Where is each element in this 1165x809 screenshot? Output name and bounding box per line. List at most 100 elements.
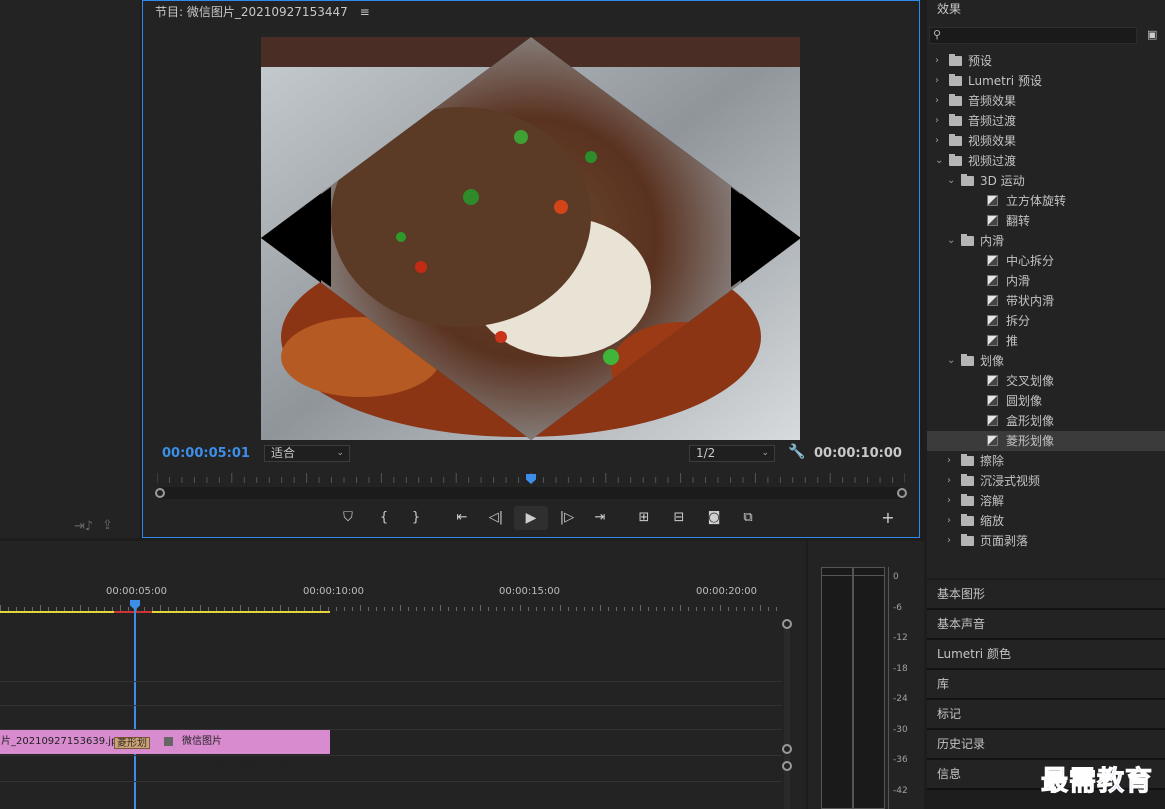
transition-diamond-wipe[interactable]: 菱形划 <box>114 737 150 749</box>
vertical-scrollbar[interactable] <box>784 623 790 809</box>
chevron-down-icon[interactable]: ⌄ <box>935 151 945 171</box>
effect-tree-item[interactable]: › 沉浸式视频 <box>927 471 1165 491</box>
effect-tree-item[interactable]: › 页面剥落 <box>927 531 1165 551</box>
extract-icon[interactable]: ⊟ <box>669 509 689 527</box>
effect-tree-item[interactable]: 菱形划像 <box>927 431 1165 451</box>
chevron-right-icon[interactable]: › <box>935 71 945 91</box>
wrench-icon[interactable]: 🔧 <box>788 444 805 460</box>
chevron-down-icon[interactable]: ⌄ <box>947 231 957 251</box>
effect-tree-item[interactable]: › 预设 <box>927 51 1165 71</box>
chevron-right-icon[interactable]: › <box>947 471 957 491</box>
vscroll-handle-bottom[interactable] <box>782 761 792 771</box>
panel-lumetri-color[interactable]: Lumetri 颜色 <box>927 640 1165 670</box>
effect-tree-item[interactable]: 中心拆分 <box>927 251 1165 271</box>
meter-scale-line <box>888 567 889 809</box>
folder-icon <box>961 534 974 546</box>
timeline-tick <box>616 607 617 611</box>
effect-tree-item[interactable]: 盒形划像 <box>927 411 1165 431</box>
effect-tree-item[interactable]: › 缩放 <box>927 511 1165 531</box>
add-marker-icon[interactable]: ⛉ <box>338 509 358 527</box>
lift-icon[interactable]: ⊞ <box>634 509 654 527</box>
effect-tree-item[interactable]: › 擦除 <box>927 451 1165 471</box>
track-divider <box>0 781 782 782</box>
playhead-handle[interactable] <box>130 600 140 610</box>
transition-effect-icon <box>987 375 998 386</box>
ruler-label-20s: 00:00:20:00 <box>696 586 758 597</box>
export-icon[interactable]: ⇪ <box>102 518 113 533</box>
effect-tree-item[interactable]: 翻转 <box>927 211 1165 231</box>
db-label: -36 <box>893 755 908 765</box>
effect-tree-item[interactable]: › 视频效果 <box>927 131 1165 151</box>
effect-tree-item[interactable]: 拆分 <box>927 311 1165 331</box>
effect-tree-item[interactable]: › 音频过渡 <box>927 111 1165 131</box>
chevron-right-icon[interactable]: › <box>947 531 957 551</box>
step-forward-icon[interactable]: |▷ <box>557 509 577 527</box>
effect-tree-label: 翻转 <box>1006 214 1031 228</box>
chevron-right-icon[interactable]: › <box>947 511 957 531</box>
effect-tree-item[interactable]: 圆划像 <box>927 391 1165 411</box>
effect-tree-item[interactable]: › 溶解 <box>927 491 1165 511</box>
mark-in-icon[interactable]: { <box>374 509 394 527</box>
chevron-right-icon[interactable]: › <box>947 491 957 511</box>
timeline-tick <box>744 607 745 611</box>
fit-dropdown[interactable]: 适合 ⌄ <box>264 445 350 462</box>
effect-tree-item[interactable]: 内滑 <box>927 271 1165 291</box>
effects-search-input[interactable]: ⚲ <box>929 27 1137 44</box>
effect-tree-item[interactable]: 立方体旋转 <box>927 191 1165 211</box>
effect-tree-item[interactable]: 交叉划像 <box>927 371 1165 391</box>
chevron-right-icon[interactable]: › <box>935 111 945 131</box>
resolution-dropdown[interactable]: 1/2 ⌄ <box>689 445 775 462</box>
effect-tree-item[interactable]: › 音频效果 <box>927 91 1165 111</box>
zoom-scrollbar[interactable] <box>155 487 907 499</box>
insert-audio-icon[interactable]: ⇥♪ <box>74 519 93 534</box>
hamburger-icon[interactable]: ≡ <box>360 5 370 19</box>
go-to-in-icon[interactable]: ⇤ <box>452 509 472 527</box>
timeline-tick <box>344 607 345 611</box>
step-back-icon[interactable]: ◁| <box>486 509 506 527</box>
effect-tree-label: 中心拆分 <box>1006 254 1055 268</box>
chevron-right-icon[interactable]: › <box>947 451 957 471</box>
chevron-right-icon[interactable]: › <box>935 51 945 71</box>
effect-tree-label: 3D 运动 <box>980 174 1025 188</box>
current-timecode[interactable]: 00:00:05:01 <box>162 446 250 461</box>
db-label: 0 <box>893 572 899 582</box>
scrollbar-left-handle[interactable] <box>155 488 165 498</box>
panel-markers[interactable]: 标记 <box>927 700 1165 730</box>
timeline-tick <box>608 607 609 611</box>
mark-out-icon[interactable]: } <box>406 509 426 527</box>
panel-libraries[interactable]: 库 <box>927 670 1165 700</box>
vscroll-handle-mid[interactable] <box>782 744 792 754</box>
compare-view-icon[interactable]: ⧉ <box>738 509 758 527</box>
effect-tree-item[interactable]: ⌄ 3D 运动 <box>927 171 1165 191</box>
timeline-tick <box>712 607 713 611</box>
timeline-tick <box>352 607 353 611</box>
timeline-tick <box>536 607 537 611</box>
effect-tree-item[interactable]: ⌄ 视频过渡 <box>927 151 1165 171</box>
program-title: 节目: 微信图片_20210927153447 ≡ <box>155 3 370 20</box>
folder-icon <box>961 454 974 466</box>
scrollbar-right-handle[interactable] <box>897 488 907 498</box>
effect-tree-item[interactable]: ⌄ 内滑 <box>927 231 1165 251</box>
go-to-out-icon[interactable]: ⇥ <box>590 509 610 527</box>
effect-tree-item[interactable]: › Lumetri 预设 <box>927 71 1165 91</box>
add-button-icon[interactable]: + <box>878 509 898 527</box>
panel-history[interactable]: 历史记录 <box>927 730 1165 760</box>
meter-right-channel <box>853 567 885 809</box>
chevron-down-icon[interactable]: ⌄ <box>947 171 957 191</box>
clip-1[interactable]: 片_20210927153639.jpg 菱形划 微信图片_2021092715… <box>0 730 330 771</box>
work-area-bar[interactable] <box>0 611 330 613</box>
new-bin-icon[interactable]: ▣ <box>1147 28 1157 41</box>
play-button[interactable]: ▶ <box>514 506 548 530</box>
effect-tree-item[interactable]: ⌄ 划像 <box>927 351 1165 371</box>
chevron-right-icon[interactable]: › <box>935 91 945 111</box>
panel-essential-sound[interactable]: 基本声音 <box>927 610 1165 640</box>
timeline-tick <box>768 607 769 611</box>
timeline-tick <box>584 607 585 611</box>
panel-essential-graphics[interactable]: 基本图形 <box>927 580 1165 610</box>
effect-tree-item[interactable]: 推 <box>927 331 1165 351</box>
chevron-down-icon[interactable]: ⌄ <box>947 351 957 371</box>
vscroll-handle-top[interactable] <box>782 619 792 629</box>
chevron-right-icon[interactable]: › <box>935 131 945 151</box>
camera-icon[interactable]: ◙ <box>704 509 724 527</box>
effect-tree-item[interactable]: 带状内滑 <box>927 291 1165 311</box>
